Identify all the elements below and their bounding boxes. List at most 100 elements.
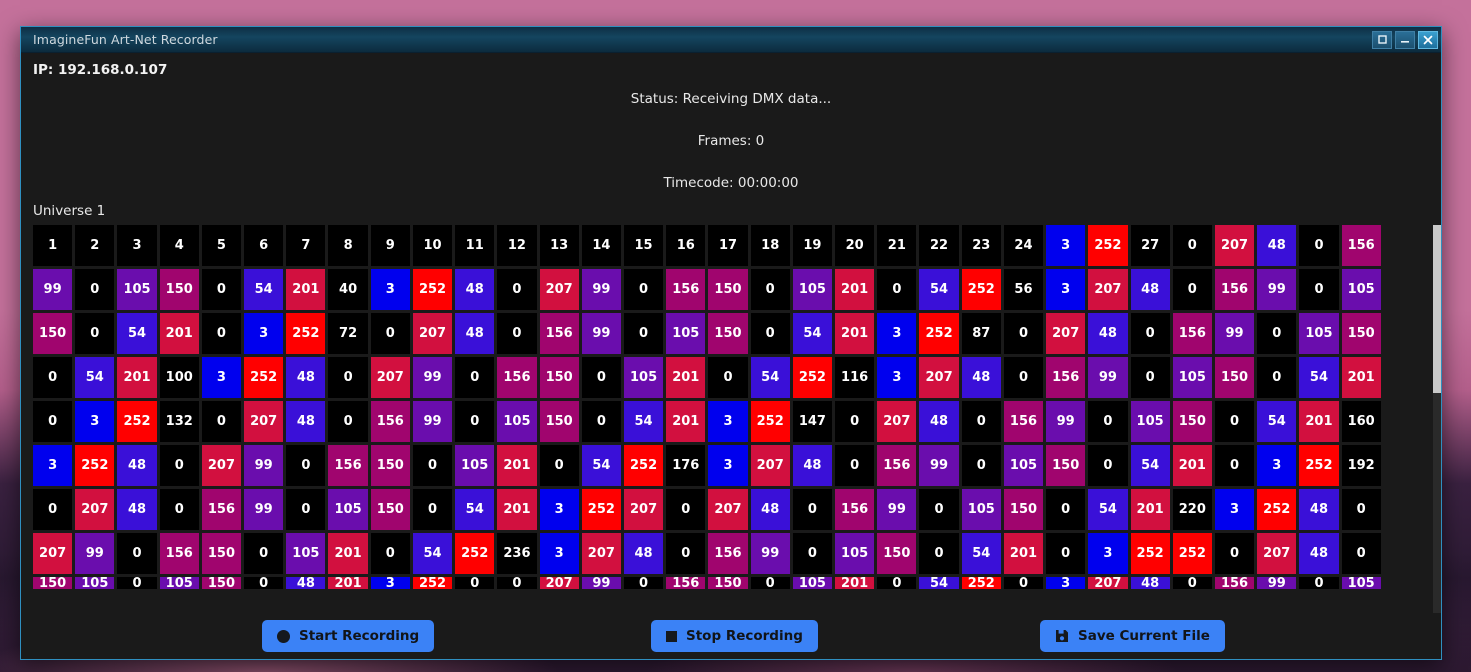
dmx-cell: 207 <box>581 533 621 574</box>
window-title-bar[interactable]: ImagineFun Art-Net Recorder <box>21 27 1441 53</box>
dmx-cell: 0 <box>75 269 115 310</box>
dmx-cell: 48 <box>1257 225 1297 266</box>
dmx-cell: 3 <box>1214 489 1255 530</box>
dmx-cell: 3 <box>370 269 410 310</box>
dmx-cell: 150 <box>1172 401 1212 442</box>
save-current-file-button[interactable]: Save Current File <box>1040 620 1225 652</box>
dmx-cell: 0 <box>117 533 157 574</box>
grid-scrollbar[interactable] <box>1433 225 1441 613</box>
dmx-cell: 11 <box>455 225 495 266</box>
dmx-cell: 0 <box>497 576 537 591</box>
dmx-cell: 105 <box>159 576 199 591</box>
dmx-cell: 3 <box>244 313 284 354</box>
universe-label: Universe 1 <box>33 203 106 219</box>
dmx-cell <box>1384 489 1423 530</box>
dmx-cell: 150 <box>1046 445 1086 486</box>
dmx-cell: 15 <box>623 225 664 266</box>
minimize-button[interactable] <box>1395 30 1415 49</box>
dmx-cell: 207 <box>1088 576 1128 591</box>
dmx-cell: 207 <box>370 357 410 398</box>
dmx-cell: 252 <box>623 445 664 486</box>
dmx-cell: 0 <box>1088 401 1128 442</box>
dmx-cell: 48 <box>919 401 959 442</box>
dmx-cell <box>1384 313 1423 354</box>
dmx-cell: 0 <box>835 445 875 486</box>
dmx-cell: 0 <box>33 357 73 398</box>
dmx-cell: 105 <box>1299 313 1339 354</box>
dmx-cell: 150 <box>1003 489 1044 530</box>
dmx-cell: 0 <box>1046 489 1086 530</box>
close-button[interactable] <box>1418 30 1438 49</box>
window-title: ImagineFun Art-Net Recorder <box>33 32 218 47</box>
dmx-cell: 150 <box>1214 357 1255 398</box>
dmx-cell: 0 <box>877 269 917 310</box>
dmx-cell: 0 <box>792 533 833 574</box>
dmx-cell: 201 <box>1130 489 1170 530</box>
timecode-label: Timecode: 00:00:00 <box>663 175 799 191</box>
dmx-cell: 201 <box>117 357 157 398</box>
dmx-cell: 150 <box>539 401 579 442</box>
dmx-cell: 156 <box>1172 313 1212 354</box>
dmx-cell: 3 <box>708 401 748 442</box>
dmx-cell: 201 <box>159 313 199 354</box>
dmx-cell: 207 <box>623 489 664 530</box>
dmx-cell: 207 <box>1214 225 1255 266</box>
dmx-cell: 252 <box>1088 225 1128 266</box>
dmx-cell: 54 <box>455 489 495 530</box>
dmx-cell: 3 <box>539 489 579 530</box>
dmx-cell: 252 <box>455 533 495 574</box>
dmx-cell: 150 <box>1341 313 1381 354</box>
dmx-cell: 72 <box>328 313 368 354</box>
dmx-cell: 105 <box>1172 357 1212 398</box>
dmx-cell: 207 <box>877 401 917 442</box>
dmx-cell: 252 <box>1172 533 1212 574</box>
dmx-cell: 6 <box>244 225 284 266</box>
dmx-cell: 0 <box>750 313 790 354</box>
dmx-cell <box>1384 401 1423 442</box>
dmx-cell: 0 <box>497 269 537 310</box>
dmx-cell: 201 <box>497 489 537 530</box>
dmx-cell: 156 <box>539 313 579 354</box>
stop-recording-button[interactable]: Stop Recording <box>651 620 818 652</box>
dmx-cell: 105 <box>961 489 1001 530</box>
dmx-cell: 150 <box>708 269 748 310</box>
dmx-cell: 0 <box>708 357 748 398</box>
dmx-cell: 48 <box>455 313 495 354</box>
start-recording-button[interactable]: Start Recording <box>262 620 435 652</box>
dmx-cell: 0 <box>623 269 664 310</box>
dmx-cell: 8 <box>328 225 368 266</box>
dmx-cell: 54 <box>1299 357 1339 398</box>
dmx-cell: 252 <box>919 313 959 354</box>
grid-scrollbar-thumb[interactable] <box>1433 225 1441 393</box>
dmx-cell: 252 <box>961 576 1001 591</box>
maximize-button[interactable] <box>1372 30 1392 49</box>
dmx-cell: 252 <box>75 445 115 486</box>
dmx-cell: 0 <box>1257 313 1297 354</box>
dmx-cell: 21 <box>877 225 917 266</box>
dmx-cell: 252 <box>1257 489 1297 530</box>
dmx-cell: 207 <box>244 401 284 442</box>
dmx-cell: 0 <box>1214 445 1255 486</box>
dmx-cell: 150 <box>539 357 579 398</box>
dmx-cell: 54 <box>1088 489 1128 530</box>
dmx-cell: 3 <box>117 225 157 266</box>
dmx-cell: 105 <box>623 357 664 398</box>
dmx-cell: 0 <box>1130 357 1170 398</box>
dmx-cell: 105 <box>497 401 537 442</box>
dmx-cell: 201 <box>835 313 875 354</box>
dmx-cell: 105 <box>117 269 157 310</box>
dmx-cell: 252 <box>961 269 1001 310</box>
record-circle-icon <box>277 629 290 643</box>
dmx-cell: 0 <box>286 489 326 530</box>
dmx-cell: 0 <box>328 401 368 442</box>
dmx-cell: 0 <box>623 313 664 354</box>
dmx-cell: 207 <box>539 576 579 591</box>
dmx-cell: 207 <box>919 357 959 398</box>
dmx-cell: 99 <box>244 489 284 530</box>
dmx-cell: 207 <box>33 533 73 574</box>
dmx-cell: 3 <box>201 357 242 398</box>
dmx-cell: 0 <box>33 401 73 442</box>
dmx-cell: 0 <box>1214 401 1255 442</box>
dmx-cell: 3 <box>1046 576 1086 591</box>
dmx-cell: 3 <box>1046 225 1086 266</box>
